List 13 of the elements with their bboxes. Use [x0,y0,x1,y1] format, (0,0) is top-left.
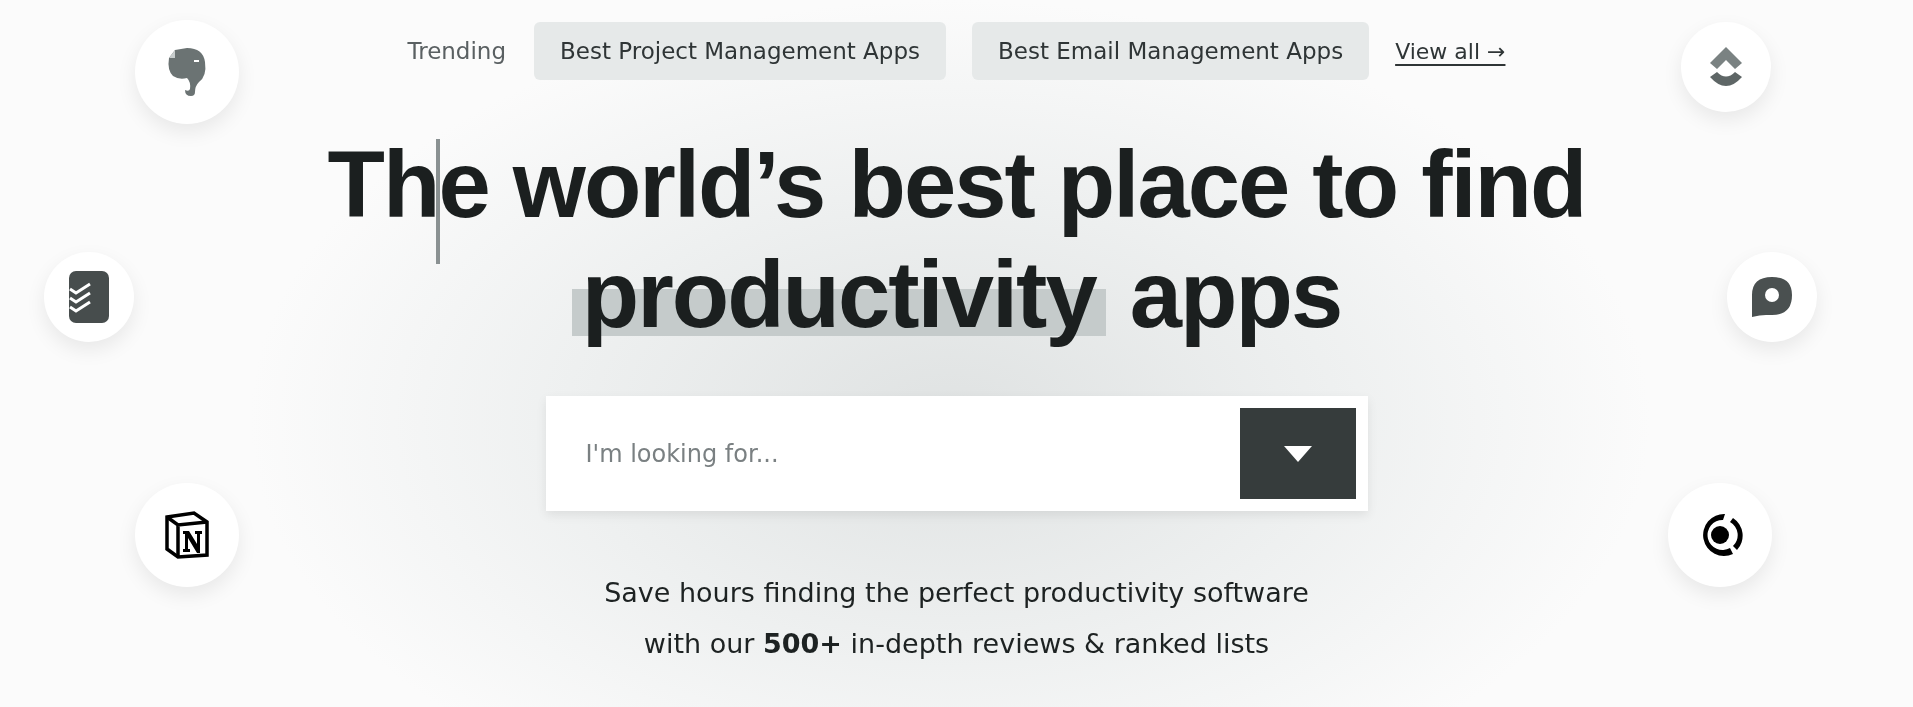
headline: The world’s best place to find productivity apps [327,131,1586,349]
trending-label: Trending [407,38,507,64]
dropdown-button[interactable] [1239,408,1356,499]
trending-chip[interactable]: Best Email Management Apps [972,22,1370,80]
view-all-link[interactable]: View all → [1395,38,1506,64]
subtitle-text: Save hours finding the perfect productivity software [604,577,1309,608]
speech-pin-icon [1750,275,1794,319]
checklist-icon [69,271,109,323]
subtitle-text: with our 500+ in-depth reviews & ranked lists [643,628,1270,659]
cube-letter-icon [164,511,210,559]
caret-icon [1283,445,1312,462]
search-field[interactable]: I'm looking for... [583,438,1240,469]
trending-chip[interactable]: Best Project Management Apps [534,22,946,80]
